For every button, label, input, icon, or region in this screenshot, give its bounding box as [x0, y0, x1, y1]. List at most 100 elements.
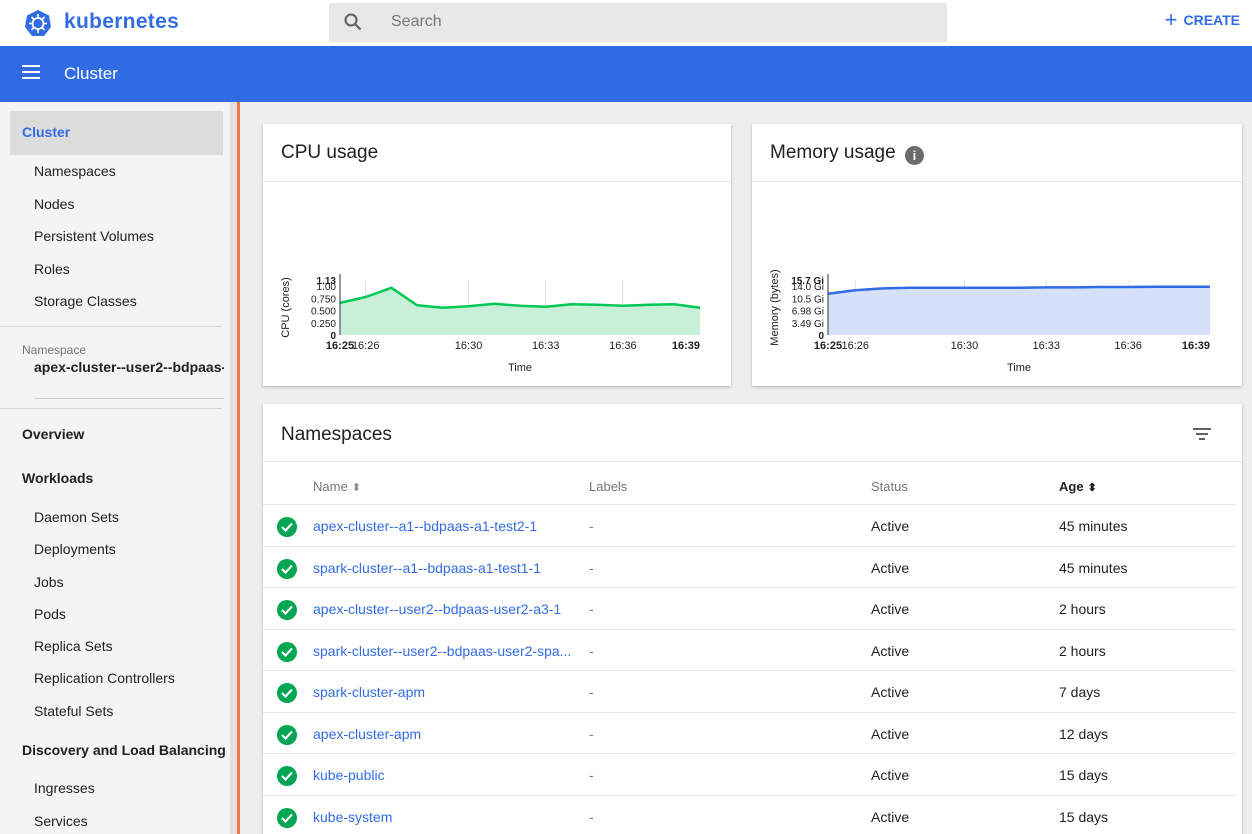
y-tick-label: 3.49 Gi: [792, 319, 824, 330]
column-header-name[interactable]: Name ⬍: [313, 479, 361, 494]
table-row[interactable]: spark-cluster-apm - Active 7 days: [263, 670, 1236, 712]
sidebar-scrollbar[interactable]: [230, 102, 237, 834]
search-input[interactable]: [391, 10, 911, 34]
x-tick-label: 16:36: [609, 340, 637, 352]
search-box[interactable]: [329, 3, 947, 42]
namespace-age: 45 minutes: [1059, 518, 1128, 534]
namespace-status: Active: [871, 808, 910, 825]
namespace-name-link[interactable]: kube-system: [313, 809, 583, 825]
namespace-labels: -: [589, 518, 594, 534]
y-tick-label: 10.5 Gi: [792, 294, 824, 305]
namespace-name-link[interactable]: apex-cluster--user2--bdpaas-user2-a3-1: [313, 601, 583, 617]
sidebar-item-nodes[interactable]: Nodes: [34, 196, 74, 212]
table-row[interactable]: apex-cluster--a1--bdpaas-a1-test2-1- Acti…: [263, 504, 1236, 546]
table-row[interactable]: apex-cluster--user2--bdpaas-user2-a3-1- A…: [263, 587, 1236, 629]
y-tick-label: 0.250: [311, 319, 336, 330]
table-row[interactable]: apex-cluster-apm - Active 12 days: [263, 711, 1236, 754]
page-title: Cluster: [64, 64, 118, 83]
namespace-name-link[interactable]: spark-cluster--a1--bdpaas-a1-test1-1: [313, 560, 583, 576]
namespace-name-link[interactable]: spark-cluster--user2--bdpaas-user2-spa..…: [313, 643, 583, 659]
table-row[interactable]: spark-cluster--a1--bdpaas-a1-test1-1- Act…: [263, 545, 1236, 588]
x-tick-label: 16:25: [814, 340, 842, 352]
status-ok-icon: [277, 683, 297, 703]
top-bar: kubernetes + CREATE: [0, 0, 1252, 46]
brand-name[interactable]: kubernetes: [64, 10, 179, 34]
sort-icon: ⬍: [351, 482, 361, 494]
info-icon[interactable]: i: [904, 146, 924, 165]
column-header-name-label: Name: [313, 479, 348, 494]
table-row[interactable]: kube-public - Active 15 days: [263, 753, 1236, 795]
y-tick-label: 6.98 Gi: [792, 307, 824, 318]
sidebar-item-replication-controllers[interactable]: Replication Controllers: [34, 670, 175, 686]
x-axis-label: Time: [508, 362, 532, 374]
search-icon: [344, 13, 362, 31]
kubernetes-logo-icon[interactable]: [24, 9, 52, 37]
namespace-status: Active: [871, 767, 910, 783]
namespace-status: Active: [871, 725, 910, 742]
namespace-age: 15 days: [1059, 808, 1109, 825]
create-button[interactable]: + CREATE: [1164, 7, 1240, 32]
plus-icon: +: [1164, 7, 1178, 32]
sidebar-item-overview[interactable]: Overview: [22, 426, 84, 442]
table-row[interactable]: kube-system - Active 15 days: [263, 794, 1236, 834]
status-ok-icon: [277, 600, 297, 620]
hamburger-menu-icon[interactable]: [22, 65, 40, 79]
status-ok-icon: [277, 724, 297, 745]
sidebar-item-replica-sets[interactable]: Replica Sets: [34, 638, 113, 654]
sidebar-item-ingresses[interactable]: Ingresses: [34, 780, 95, 796]
x-tick-label: 16:26: [842, 340, 870, 352]
sidebar-item-storage-classes[interactable]: Storage Classes: [34, 293, 137, 309]
namespace-labels: -: [589, 684, 594, 700]
memory-usage-title-text: Memory usage: [770, 142, 896, 163]
card-divider: [263, 461, 1242, 462]
namespace-name-link[interactable]: apex-cluster-apm: [313, 726, 583, 742]
sidebar-item-namespaces[interactable]: Namespaces: [34, 163, 116, 179]
x-tick-label: 16:33: [532, 340, 560, 352]
namespace-labels: -: [589, 559, 594, 576]
x-tick-label: 16:30: [951, 340, 979, 352]
namespace-name-link[interactable]: spark-cluster-apm: [313, 684, 583, 700]
sort-icon: ⬍: [1087, 482, 1097, 494]
column-header-age[interactable]: Age ⬍: [1059, 479, 1097, 494]
x-tick-label: 16:25: [326, 340, 354, 352]
status-ok-icon: [277, 766, 297, 786]
x-axis-label: Time: [1007, 362, 1031, 374]
y-tick-label: 0.500: [311, 307, 336, 318]
namespace-age: 7 days: [1059, 684, 1101, 700]
sidebar-item-daemon-sets[interactable]: Daemon Sets: [34, 509, 119, 525]
create-button-label: CREATE: [1183, 12, 1240, 28]
namespace-status: Active: [871, 559, 910, 576]
namespace-labels: -: [589, 767, 594, 783]
namespace-selector[interactable]: apex-cluster--user2--bdpaas-user2-a3-1: [34, 359, 224, 375]
column-header-status: Status: [871, 479, 908, 494]
sidebar-item-jobs[interactable]: Jobs: [34, 574, 64, 590]
sidebar-item-persistent-volumes[interactable]: Persistent Volumes: [34, 228, 154, 244]
cpu-usage-title: CPU usage: [281, 142, 379, 163]
namespace-name-link[interactable]: kube-public: [313, 767, 583, 783]
x-tick-label: 16:39: [1182, 340, 1210, 352]
filter-icon[interactable]: [1193, 428, 1211, 442]
y-tick-label: 15.7 Gi: [791, 276, 824, 287]
namespace-age: 2 hours: [1059, 642, 1106, 659]
namespace-name-link[interactable]: apex-cluster--a1--bdpaas-a1-test2-1: [313, 518, 583, 534]
status-ok-icon: [277, 517, 297, 537]
status-ok-icon: [277, 641, 297, 662]
y-tick-label: 1.13: [317, 276, 337, 287]
cpu-usage-card: CPU usage 0 0.250 0.500 0.750 1.00 1.13 16:25 1…: [263, 124, 731, 386]
sidebar-item-pods[interactable]: Pods: [34, 606, 66, 622]
namespace-status: Active: [871, 684, 910, 700]
sidebar-item-workloads[interactable]: Workloads: [22, 470, 93, 486]
sidebar-item-services[interactable]: Services: [34, 813, 88, 829]
sidebar-item-stateful-sets[interactable]: Stateful Sets: [34, 703, 113, 719]
sidebar-item-discovery-load-balancing[interactable]: Discovery and Load Balancing: [22, 742, 226, 758]
sidebar-item-deployments[interactable]: Deployments: [34, 541, 116, 557]
sidebar-item-roles[interactable]: Roles: [34, 261, 70, 277]
namespace-status: Active: [871, 601, 910, 617]
memory-usage-title: Memory usage i: [770, 142, 924, 165]
sidebar-item-cluster[interactable]: Cluster: [22, 124, 70, 140]
namespace-age: 15 days: [1059, 767, 1109, 783]
namespace-labels: -: [589, 725, 594, 742]
y-axis-label: CPU (cores): [280, 277, 292, 338]
namespace-labels: -: [589, 808, 594, 825]
table-row[interactable]: spark-cluster--user2--bdpaas-user2-spa..…: [263, 628, 1236, 671]
